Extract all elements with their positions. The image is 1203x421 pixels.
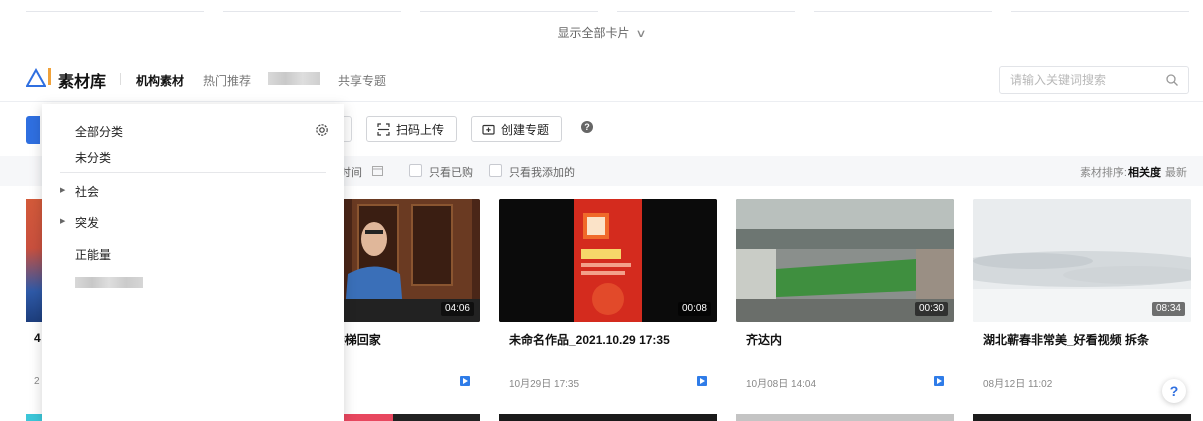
top-card[interactable] [617,0,795,12]
top-card[interactable] [1011,0,1189,12]
video-type-icon [460,376,470,386]
video-thumbnail[interactable]: 00:08 [499,199,717,322]
logo-accent-bar [48,68,51,85]
video-type-icon [697,376,707,386]
sort-relevance-option[interactable]: 相关度 [1128,164,1161,180]
scan-icon [377,122,390,136]
page-title: 素材库 [58,74,107,91]
category-item-redacted[interactable] [75,277,143,288]
video-duration: 04:06 [440,302,474,316]
card-title[interactable]: 湖北蕲春非常美_好看视频 拆条 [983,331,1149,348]
only-mine-label[interactable]: 只看我添加的 [509,164,575,180]
video-duration: 00:08 [677,302,711,316]
video-duration: 08:34 [1151,302,1185,316]
create-topic-label: 创建专题 [501,122,550,137]
top-card[interactable] [26,0,204,12]
category-item[interactable]: 社会 [75,183,99,200]
app-root: 显示全部卡片 ∨ 素材库 机构素材 热门推荐 共享专题 扫码上传 [0,0,1203,421]
dropdown-divider [60,172,326,173]
chevron-down-icon: ∨ [635,28,648,40]
show-all-cards-toggle[interactable]: 显示全部卡片 ∨ [0,24,1203,41]
primary-upload-button[interactable] [26,116,40,144]
tab-institution-material[interactable]: 机构素材 [136,72,184,89]
category-dropdown: 全部分类 未分类 ▶ 社会 ▶ 突发 正能量 [42,104,344,421]
show-all-label[interactable]: 显示全部卡片 [557,26,629,40]
category-all[interactable]: 全部分类 [75,123,123,140]
video-type-icon [934,376,944,386]
category-item[interactable]: 正能量 [75,246,111,263]
scan-upload-button[interactable]: 扫码上传 [366,116,458,142]
category-item[interactable]: 突发 [75,214,99,231]
scan-upload-label: 扫码上传 [396,122,445,137]
top-card[interactable] [223,0,401,12]
sort-newest-option[interactable]: 最新 [1165,164,1187,180]
logo-icon [26,68,46,87]
gear-icon[interactable] [314,122,330,138]
category-uncategorized[interactable]: 未分类 [75,149,111,166]
search-icon[interactable] [1165,73,1179,87]
card-title[interactable]: 齐达内 [746,331,782,348]
video-thumbnail[interactable] [499,414,717,421]
video-thumbnail[interactable] [736,414,954,421]
expand-arrow-icon[interactable]: ▶ [60,186,65,194]
card-date: 10月29日 17:35 [509,379,580,390]
tab-hot-recommend[interactable]: 热门推荐 [203,72,251,89]
only-mine-checkbox[interactable] [489,164,502,177]
card-title[interactable]: 未命名作品_2021.10.29 17:35 [509,331,670,348]
search-box [999,66,1189,94]
search-input[interactable] [1010,72,1160,88]
only-purchased-label[interactable]: 只看已购 [429,164,473,180]
video-thumbnail[interactable]: 08:34 [973,199,1191,322]
material-library-header: 素材库 机构素材 热门推荐 共享专题 [0,58,1203,102]
top-card-strip [0,0,1203,14]
tab-shared-topics[interactable]: 共享专题 [338,72,386,89]
help-icon[interactable]: ? [581,121,593,133]
top-card[interactable] [814,0,992,12]
floating-help-button[interactable]: ? [1162,379,1186,403]
video-thumbnail[interactable]: 00:30 [736,199,954,322]
top-card[interactable] [420,0,598,12]
card-date: 10月08日 14:04 [746,379,817,390]
video-duration: 00:30 [914,302,948,316]
sort-label: 素材排序: [1079,167,1127,179]
calendar-icon[interactable] [372,165,383,176]
create-topic-button[interactable]: 创建专题 [471,116,563,142]
only-purchased-checkbox[interactable] [409,164,422,177]
card-title[interactable]: 4 [34,331,41,345]
folder-plus-icon [482,124,495,135]
video-thumbnail[interactable] [973,414,1191,421]
card-date: 08月12日 11:02 [983,379,1053,390]
tab-redacted[interactable] [268,72,320,85]
card-date: 2 [34,376,40,387]
expand-arrow-icon[interactable]: ▶ [60,217,65,225]
header-divider [120,73,121,85]
